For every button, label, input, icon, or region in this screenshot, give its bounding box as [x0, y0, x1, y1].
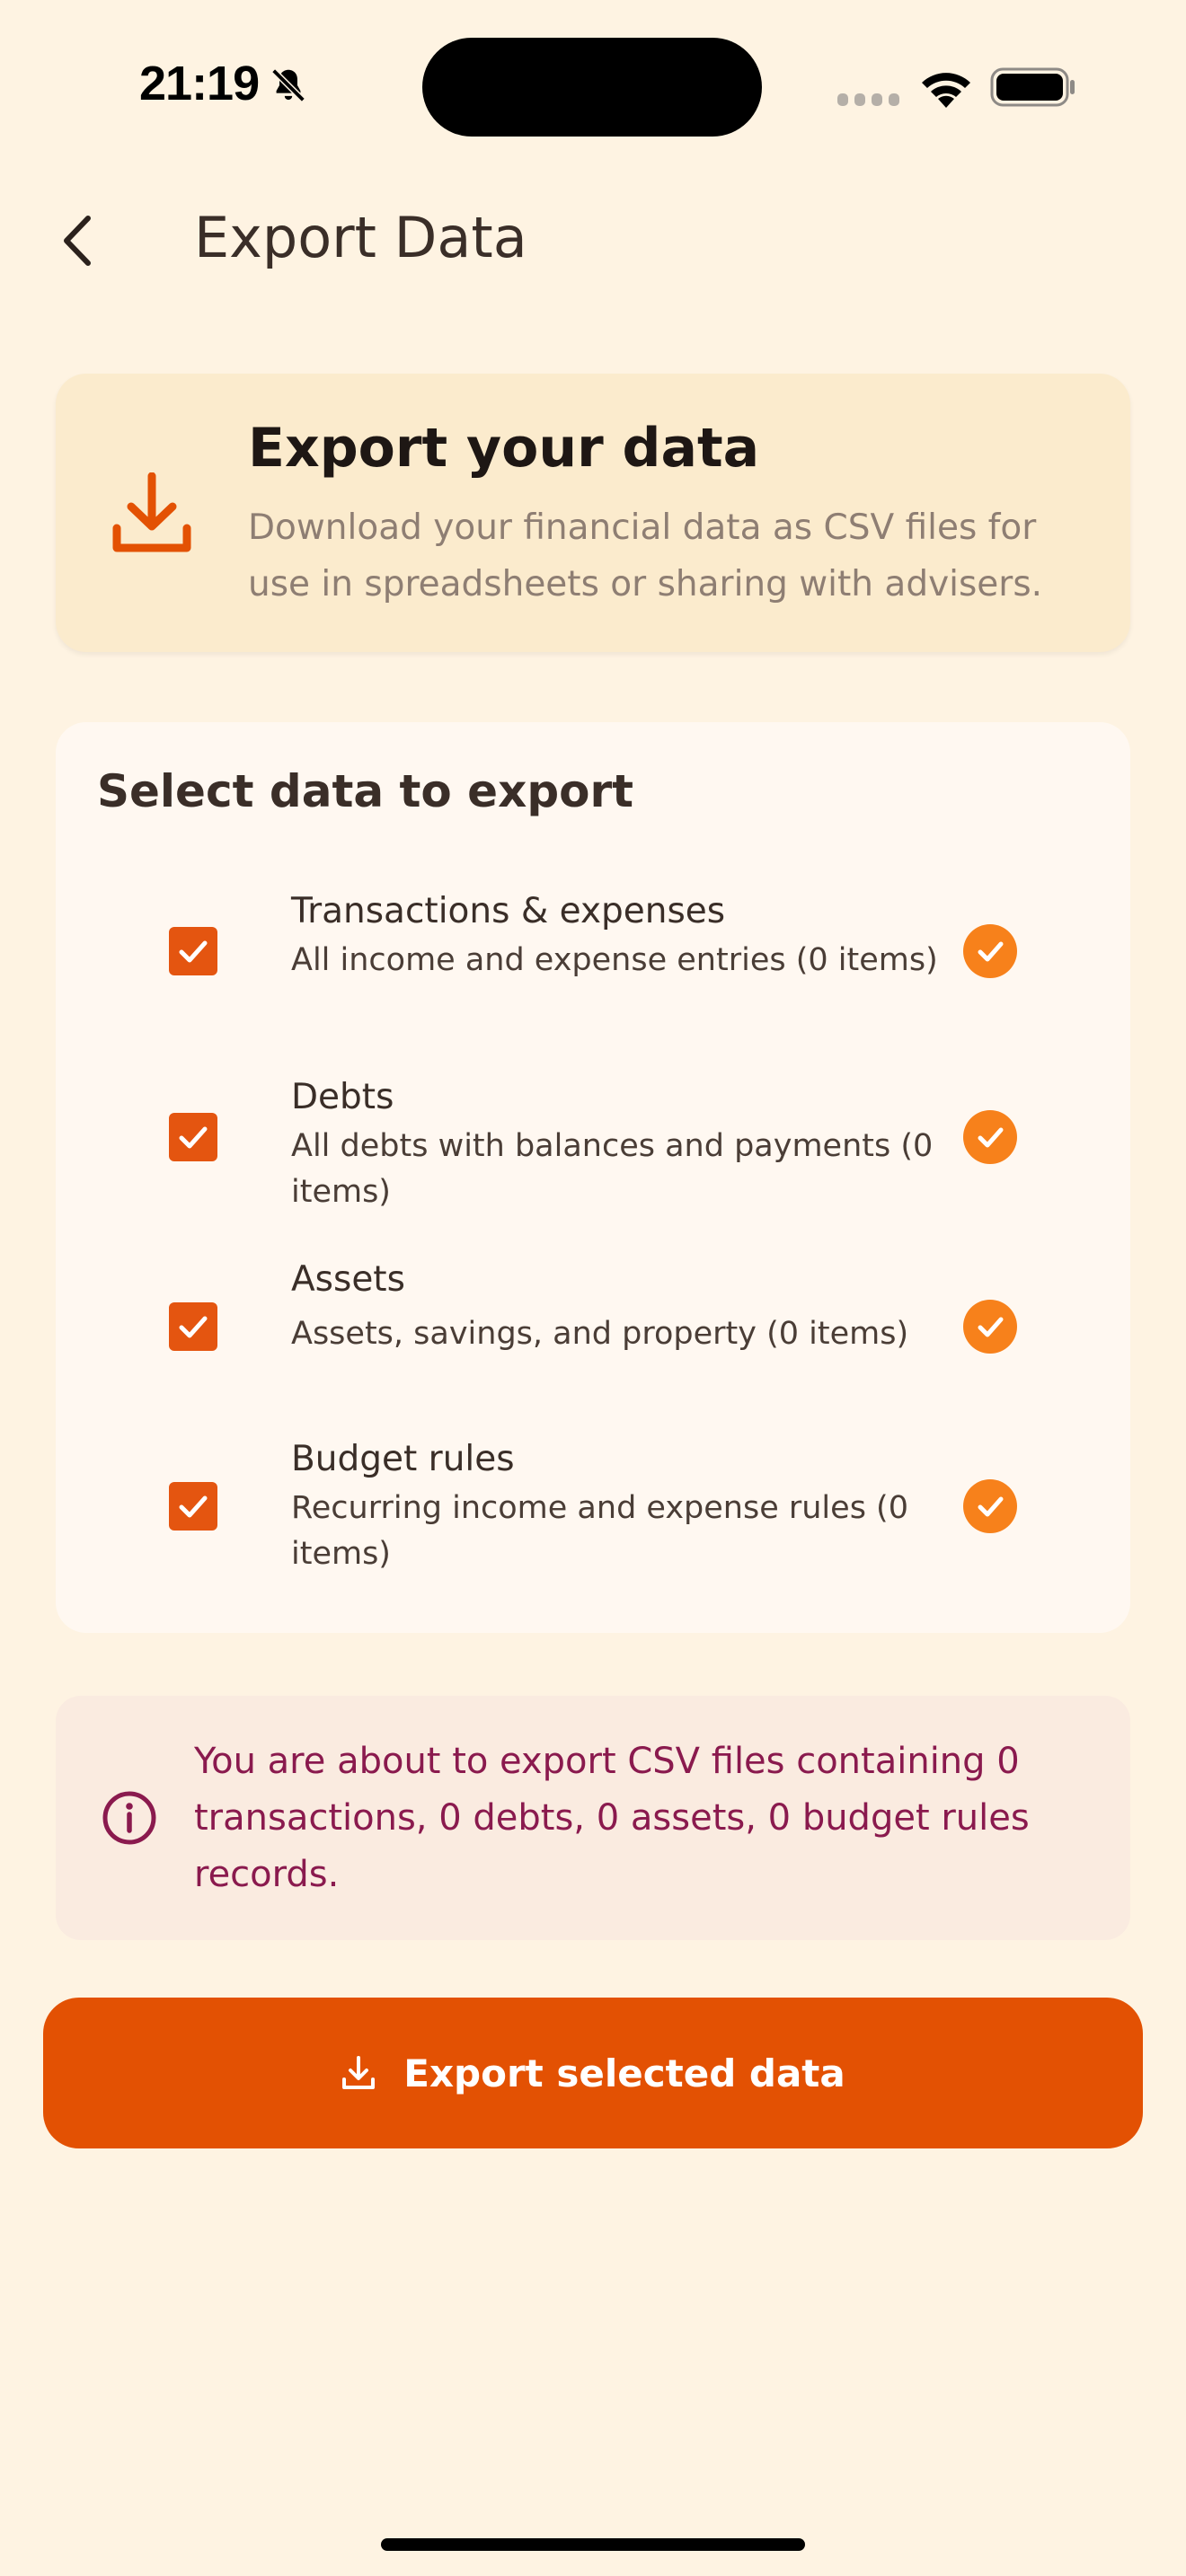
option-budget-rules[interactable]: Budget rules Recurring income and expens… — [56, 1432, 1130, 1584]
back-button[interactable] — [47, 205, 110, 277]
download-icon — [342, 2056, 376, 2089]
check-circle-icon — [963, 1479, 1017, 1533]
option-description: Recurring income and expense rules (0 it… — [291, 1490, 908, 1572]
info-card-title: Export your data — [248, 417, 760, 480]
info-card-description: Download your financial data as CSV file… — [248, 507, 1043, 604]
page-title: Export Data — [194, 205, 527, 270]
home-indicator[interactable] — [381, 2538, 805, 2551]
battery-icon — [990, 67, 1075, 107]
chevron-left-icon — [64, 216, 91, 266]
data-selection-card: Select data to export Transactions & exp… — [56, 722, 1130, 1633]
cellular-signal-icon — [837, 93, 899, 106]
option-description: Assets, savings, and property (0 items) — [291, 1316, 909, 1352]
wifi-icon — [922, 73, 970, 108]
export-notice-card: You are about to export CSV files contai… — [56, 1696, 1130, 1940]
export-info-card: Export your data Download your financial… — [56, 374, 1130, 652]
dynamic-island — [422, 38, 762, 137]
transactions-checkbox[interactable] — [169, 927, 217, 975]
option-transactions[interactable]: Transactions & expenses All income and e… — [56, 884, 1130, 1037]
assets-checkbox[interactable] — [169, 1302, 217, 1351]
bell-slash-icon — [271, 68, 305, 102]
checkmark-icon — [179, 1316, 208, 1338]
option-description: All income and expense entries (0 items) — [291, 942, 938, 978]
checkmark-icon — [179, 940, 208, 963]
check-circle-icon — [963, 924, 1017, 978]
option-title: Debts — [291, 1077, 394, 1117]
check-circle-icon — [963, 1110, 1017, 1164]
option-description: All debts with balances and payments (0 … — [291, 1128, 934, 1210]
debts-checkbox[interactable] — [169, 1113, 217, 1161]
info-icon — [102, 1791, 156, 1845]
checkmark-icon — [179, 1495, 208, 1518]
export-button-label: Export selected data — [403, 2051, 845, 2095]
option-title: Budget rules — [291, 1439, 515, 1479]
checkmark-icon — [179, 1126, 208, 1149]
option-debts[interactable]: Debts All debts with balances and paymen… — [56, 1070, 1130, 1222]
option-assets[interactable]: Assets Assets, savings, and property (0 … — [56, 1259, 1130, 1399]
export-selected-data-button[interactable]: Export selected data — [43, 1998, 1143, 2148]
notice-text: You are about to export CSV files contai… — [194, 1741, 1030, 1895]
status-time: 21:19 — [139, 57, 260, 110]
option-title: Assets — [291, 1259, 405, 1300]
budget-rules-checkbox[interactable] — [169, 1482, 217, 1531]
selection-heading: Select data to export — [97, 765, 634, 817]
download-icon — [112, 472, 191, 552]
check-circle-icon — [963, 1300, 1017, 1354]
option-title: Transactions & expenses — [291, 891, 726, 931]
